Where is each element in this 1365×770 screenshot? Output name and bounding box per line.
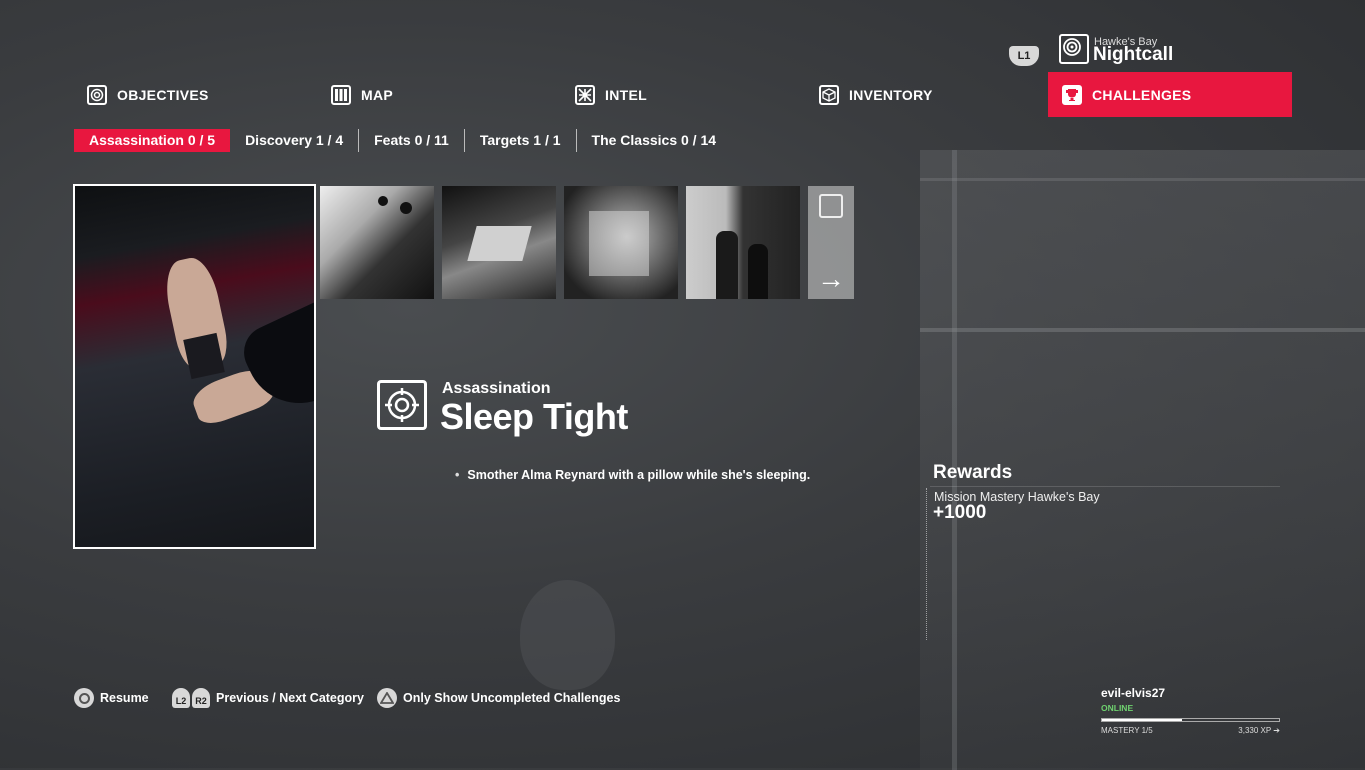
selected-challenge-image[interactable] xyxy=(73,184,316,549)
background-panel xyxy=(920,150,1365,770)
subtab-assassination[interactable]: Assassination 0 / 5 xyxy=(74,129,231,152)
mission-target-icon xyxy=(1059,34,1089,64)
triangle-button-icon xyxy=(377,688,397,708)
tab-label: OBJECTIVES xyxy=(117,86,209,103)
bullet-icon: • xyxy=(455,468,460,482)
circle-button-icon xyxy=(74,688,94,708)
challenge-thumbnail[interactable] xyxy=(320,186,434,299)
map-icon xyxy=(331,84,351,105)
person-illustration xyxy=(716,231,738,299)
challenge-description: Smother Alma Reynard with a pillow while… xyxy=(467,468,811,482)
mastery-progress-fill xyxy=(1102,719,1182,721)
tab-challenges[interactable]: CHALLENGES xyxy=(1048,72,1292,117)
subtab-discovery[interactable]: Discovery 1 / 4 xyxy=(230,129,360,152)
subtab-targets[interactable]: Targets 1 / 1 xyxy=(465,129,577,152)
l2-button-icon: L2 xyxy=(172,688,190,708)
uncompleted-filter-control[interactable]: Only Show Uncompleted Challenges xyxy=(377,688,620,708)
control-label: Resume xyxy=(100,691,149,705)
trophy-icon xyxy=(1062,84,1082,105)
challenge-category-tabs: Assassination 0 / 5 Discovery 1 / 4 Feat… xyxy=(74,129,731,152)
background-beam xyxy=(920,178,1365,181)
control-label: Only Show Uncompleted Challenges xyxy=(403,691,621,705)
tab-label: INTEL xyxy=(605,86,647,103)
challenge-thumbnail[interactable] xyxy=(442,186,556,299)
tab-label: CHALLENGES xyxy=(1092,86,1192,103)
lamp-illustration xyxy=(400,202,412,214)
kitchen-island-illustration xyxy=(467,226,532,261)
assassination-crosshair-icon xyxy=(377,380,427,430)
background-beam xyxy=(920,328,1365,332)
l1-button-hint: L1 xyxy=(1009,46,1039,66)
tab-intel[interactable]: INTEL xyxy=(575,72,647,117)
person-illustration xyxy=(748,244,768,299)
inventory-box-icon xyxy=(819,84,839,105)
challenge-description-item: • Smother Alma Reynard with a pillow whil… xyxy=(455,468,810,482)
reward-value: +1000 xyxy=(933,502,987,523)
tab-label: INVENTORY xyxy=(849,86,933,103)
mastery-level: MASTERY 1/5 xyxy=(1101,726,1153,735)
locked-challenge-icon xyxy=(819,194,843,218)
tab-objectives[interactable]: OBJECTIVES xyxy=(87,72,209,117)
arrow-right-icon: → xyxy=(817,263,845,294)
mastery-progress-bar xyxy=(1101,718,1280,722)
challenge-title: Sleep Tight xyxy=(440,396,628,437)
prev-next-category-control[interactable]: L2 R2 Previous / Next Category xyxy=(172,688,364,708)
subtab-the-classics[interactable]: The Classics 0 / 14 xyxy=(577,129,732,152)
tab-label: MAP xyxy=(361,86,394,103)
xp-total: 3,330 XP ➔ xyxy=(1238,726,1280,735)
r2-button-icon: R2 xyxy=(192,688,210,708)
subtab-feats[interactable]: Feats 0 / 11 xyxy=(359,129,465,152)
challenge-thumbnail[interactable] xyxy=(564,186,678,299)
glass-box-illustration xyxy=(589,211,649,276)
challenge-thumbnail[interactable] xyxy=(686,186,800,299)
resume-control[interactable]: Resume xyxy=(74,688,149,708)
lamp-illustration xyxy=(378,196,388,206)
rewards-heading: Rewards xyxy=(933,462,1013,483)
tab-map[interactable]: MAP xyxy=(331,72,393,117)
profile-status: ONLINE xyxy=(1101,703,1134,713)
tab-inventory[interactable]: INVENTORY xyxy=(819,72,933,117)
next-page-card[interactable]: → xyxy=(808,186,854,299)
profile-username: evil-elvis27 xyxy=(1101,686,1166,700)
mission-name: Nightcall xyxy=(1093,44,1174,65)
background-pole xyxy=(952,150,957,770)
rewards-divider xyxy=(930,486,1280,487)
control-label: Previous / Next Category xyxy=(216,691,364,705)
agent-silhouette xyxy=(520,580,615,690)
intel-icon xyxy=(575,84,595,105)
objectives-target-icon xyxy=(87,84,107,105)
rewards-divider-vertical xyxy=(926,488,927,640)
